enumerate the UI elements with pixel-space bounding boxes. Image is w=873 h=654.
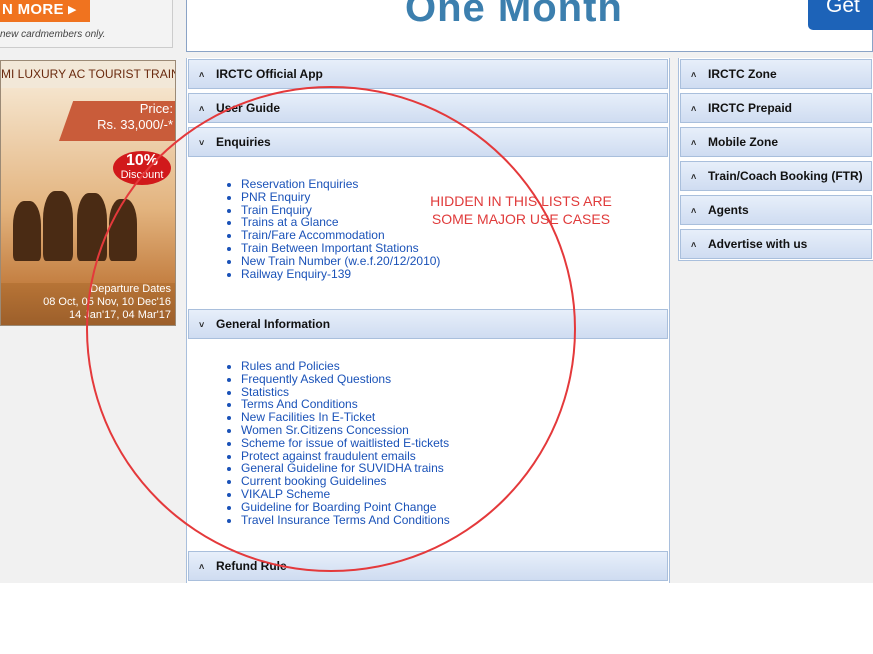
camel-image: [13, 201, 41, 261]
section-label: Train/Coach Booking (FTR): [708, 169, 863, 183]
section-enquiries[interactable]: ˅ Enquiries: [188, 127, 668, 157]
annotation-note: HIDDEN IN THIS LISTS ARE SOME MAJOR USE …: [421, 192, 621, 228]
chevron-down-icon: ˅: [199, 138, 205, 148]
section-irctc-official-app[interactable]: ˄ IRCTC Official App: [188, 59, 668, 89]
card-offer-ad[interactable]: N MORE ▸ new cardmembers only.: [0, 0, 173, 48]
annotation-line-2: SOME MAJOR USE CASES: [431, 211, 611, 227]
section-agents[interactable]: ˄ Agents: [680, 195, 872, 225]
section-label: IRCTC Prepaid: [708, 101, 793, 115]
section-label: IRCTC Zone: [708, 67, 777, 81]
page-bottom: [0, 583, 873, 654]
price-label: Price:: [139, 101, 173, 116]
discount-badge: 10% Discount: [113, 151, 171, 185]
departure-title: Departure Dates: [90, 283, 171, 295]
discount-value: 10%: [125, 152, 159, 169]
chevron-down-icon: ˅: [199, 320, 205, 330]
tourist-train-ad[interactable]: MI LUXURY AC TOURIST TRAIN Price: Rs. 33…: [0, 60, 176, 326]
center-accordion: ˄ IRCTC Official App ˄ User Guide ˅ Enquiri…: [186, 58, 670, 583]
departure-line-1: 08 Oct, 05 Nov, 10 Dec'16: [43, 296, 171, 308]
top-banner-ad[interactable]: One Month Get: [186, 0, 873, 52]
section-irctc-zone[interactable]: ˄ IRCTC Zone: [680, 59, 872, 89]
train-ad-title: MI LUXURY AC TOURIST TRAIN: [1, 61, 175, 88]
annotation-line-1: HIDDEN IN THIS LISTS ARE: [430, 193, 612, 209]
chevron-up-icon: ˄: [691, 240, 697, 250]
section-user-guide[interactable]: ˄ User Guide: [188, 93, 668, 123]
section-irctc-prepaid[interactable]: ˄ IRCTC Prepaid: [680, 93, 872, 123]
general-information-list: Rules and Policies Frequently Asked Ques…: [188, 360, 668, 527]
section-label: General Information: [216, 317, 331, 331]
info-link[interactable]: Travel Insurance Terms And Conditions: [241, 513, 450, 527]
right-accordion: ˄ IRCTC Zone ˄ IRCTC Prepaid ˄ Mobile Zone …: [678, 58, 873, 261]
learn-more-button[interactable]: N MORE ▸: [0, 0, 90, 22]
list-item[interactable]: Frequently Asked Questions: [241, 372, 668, 386]
discount-label: Discount: [120, 169, 164, 181]
chevron-up-icon: ˄: [199, 104, 205, 114]
price-tag: Price: Rs. 33,000/-*: [59, 101, 175, 141]
section-general-information[interactable]: ˅ General Information: [188, 309, 668, 339]
section-label: Refund Rule: [216, 559, 287, 573]
banner-headline: One Month: [405, 0, 623, 30]
camel-image: [43, 191, 73, 261]
section-label: IRCTC Official App: [216, 67, 323, 81]
price-value: Rs. 33,000/-*: [97, 117, 173, 132]
ad-note: new cardmembers only.: [0, 29, 106, 40]
chevron-up-icon: ˄: [691, 138, 697, 148]
chevron-up-icon: ˄: [691, 172, 697, 182]
list-item[interactable]: Travel Insurance Terms And Conditions: [241, 513, 668, 527]
section-label: Mobile Zone: [708, 135, 778, 149]
departure-line-2: 14 Jan'17, 04 Mar'17: [68, 309, 171, 321]
section-label: Agents: [708, 203, 749, 217]
enquiry-link[interactable]: Railway Enquiry-139: [241, 267, 351, 281]
chevron-up-icon: ˄: [691, 206, 697, 216]
camel-image: [109, 199, 137, 261]
chevron-up-icon: ˄: [691, 70, 697, 80]
section-label: User Guide: [216, 101, 281, 115]
banner-get-button[interactable]: Get: [808, 0, 873, 30]
section-advertise-with-us[interactable]: ˄ Advertise with us: [680, 229, 872, 259]
departure-dates: Departure Dates 08 Oct, 05 Nov, 10 Dec'1…: [43, 283, 171, 322]
camel-image: [77, 193, 107, 261]
section-mobile-zone[interactable]: ˄ Mobile Zone: [680, 127, 872, 157]
section-label: Enquiries: [216, 135, 271, 149]
chevron-up-icon: ˄: [691, 104, 697, 114]
section-label: Advertise with us: [708, 237, 808, 251]
chevron-up-icon: ˄: [199, 562, 205, 572]
section-refund-rule[interactable]: ˄ Refund Rule: [188, 551, 668, 581]
section-train-coach-booking[interactable]: ˄ Train/Coach Booking (FTR): [680, 161, 872, 191]
list-item[interactable]: Railway Enquiry-139: [241, 267, 668, 281]
chevron-up-icon: ˄: [199, 70, 205, 80]
